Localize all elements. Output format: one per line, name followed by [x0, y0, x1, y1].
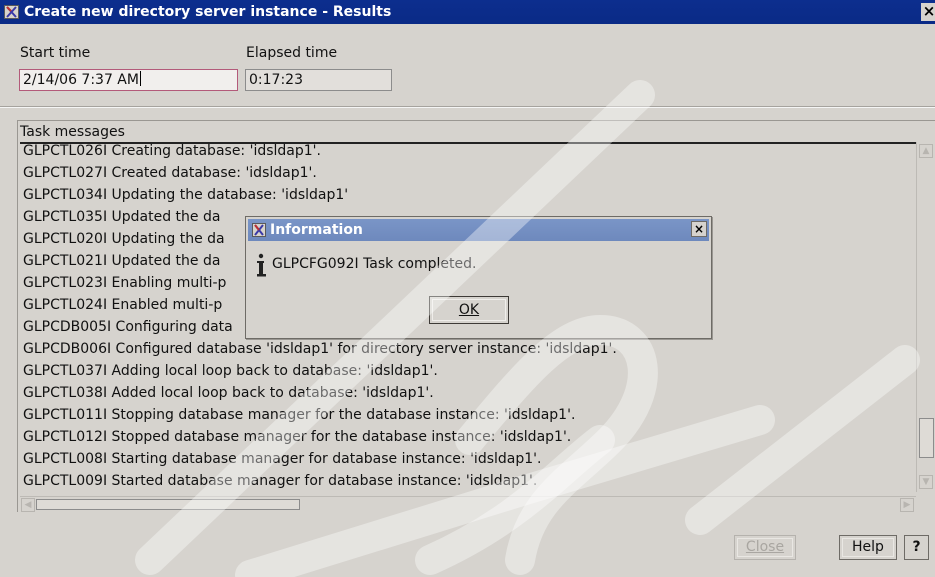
list-item: GLPCTL008I Starting database manager for…	[23, 451, 542, 467]
ok-button-label: OK	[458, 302, 480, 318]
help-button[interactable]: Help	[839, 535, 897, 560]
list-item: GLPCTL038I Added local loop back to data…	[23, 385, 434, 401]
elapsed-time-field[interactable]: 0:17:23	[245, 69, 392, 91]
vertical-scroll-thumb[interactable]	[919, 418, 934, 458]
ok-button[interactable]: OK	[429, 296, 509, 324]
elapsed-time-value: 0:17:23	[249, 72, 303, 88]
start-time-field[interactable]: 2/14/06 7:37 AM	[19, 69, 238, 91]
list-item: GLPCTL012I Stopped database manager for …	[23, 429, 572, 445]
context-help-label: ?	[912, 539, 921, 555]
x-window-icon	[252, 223, 266, 237]
list-item: GLPCTL024I Enabled multi-p	[23, 297, 223, 313]
dialog-title: Information	[270, 222, 363, 238]
dialog-message: GLPCFG092I Task completed.	[272, 256, 477, 272]
information-dialog: Information × GLPCFG092I Task completed.…	[245, 216, 712, 339]
list-item: GLPCTL037I Adding local loop back to dat…	[23, 363, 438, 379]
list-item: GLPCDB005I Configuring data	[23, 319, 233, 335]
list-item: GLPCTL023I Enabling multi-p	[23, 275, 227, 291]
start-time-label: Start time	[20, 45, 91, 61]
context-help-button[interactable]: ?	[904, 535, 929, 560]
horizontal-scrollbar[interactable]: ◀ ▶	[20, 496, 916, 513]
x-window-icon	[4, 5, 19, 19]
scroll-left-arrow-icon[interactable]: ◀	[21, 498, 35, 512]
list-item: GLPCTL034I Updating the database: 'idsld…	[23, 187, 349, 203]
scroll-right-arrow-icon[interactable]: ▶	[900, 498, 914, 512]
results-window: Create new directory server instance - R…	[0, 0, 935, 577]
vertical-scrollbar[interactable]: ▲ ▼	[916, 142, 935, 492]
close-button[interactable]: Close	[734, 535, 796, 560]
list-item: GLPCTL035I Updated the da	[23, 209, 221, 225]
information-icon	[257, 253, 266, 277]
list-item: GLPCTL011I Stopping database manager for…	[23, 407, 576, 423]
dialog-close-icon[interactable]: ×	[691, 221, 707, 237]
list-item: GLPCTL026I Creating database: 'idsldap1'…	[23, 143, 321, 159]
list-item: GLPCTL021I Updated the da	[23, 253, 221, 269]
list-item: GLPCTL027I Created database: 'idsldap1'.	[23, 165, 317, 181]
list-item: GLPCTL009I Started database manager for …	[23, 473, 538, 489]
window-title: Create new directory server instance - R…	[24, 4, 392, 20]
scroll-down-arrow-icon[interactable]: ▼	[919, 475, 933, 489]
list-item: GLPCTL020I Updating the da	[23, 231, 225, 247]
divider-highlight	[0, 107, 935, 108]
start-time-value: 2/14/06 7:37 AM	[23, 72, 139, 88]
list-item: GLPCDB006I Configured database 'idsldap1…	[23, 341, 617, 357]
scroll-up-arrow-icon[interactable]: ▲	[919, 144, 933, 158]
text-cursor	[139, 71, 141, 86]
horizontal-scroll-thumb[interactable]	[36, 499, 300, 510]
dialog-titlebar[interactable]: Information ×	[248, 219, 709, 241]
task-messages-header: Task messages	[20, 124, 125, 140]
window-titlebar[interactable]: Create new directory server instance - R…	[0, 0, 935, 24]
window-close-icon[interactable]: ×	[921, 3, 935, 21]
elapsed-time-label: Elapsed time	[246, 45, 338, 61]
